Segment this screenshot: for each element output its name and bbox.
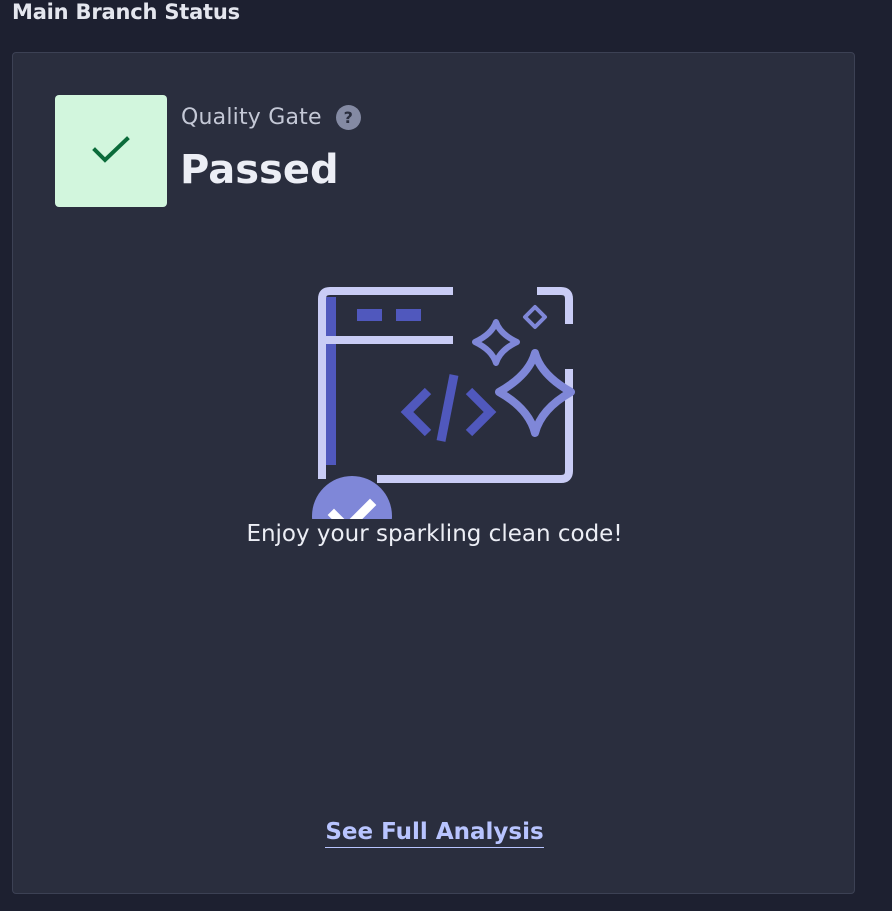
window-tab-1 — [357, 309, 382, 321]
checkmark-icon — [92, 136, 130, 163]
help-icon[interactable]: ? — [335, 105, 361, 130]
quality-gate-status-box — [55, 95, 167, 207]
sparkle-small — [523, 305, 547, 329]
sparkle-medium — [472, 319, 520, 366]
code-slash — [436, 374, 459, 442]
code-right-bracket — [465, 387, 497, 437]
window-tab-2 — [396, 309, 421, 321]
empty-state-message: Enjoy your sparkling clean code! — [246, 521, 623, 547]
section-title: Main Branch Status — [12, 0, 240, 24]
main-branch-status-card: Quality Gate ? Passed Enjoy your sparkli… — [12, 52, 855, 894]
window-left-strip — [325, 297, 336, 465]
quality-gate-label: Quality Gate — [181, 105, 322, 130]
sparkle-large — [495, 349, 575, 437]
quality-gate-header: Quality Gate ? — [181, 105, 361, 130]
see-full-analysis-container: See Full Analysis — [13, 819, 856, 848]
sparkling-code-window-illustration — [312, 287, 575, 519]
window-frame — [318, 287, 453, 479]
quality-gate-status: Passed — [180, 147, 339, 193]
code-left-bracket — [400, 387, 432, 437]
see-full-analysis-link[interactable]: See Full Analysis — [325, 819, 544, 848]
